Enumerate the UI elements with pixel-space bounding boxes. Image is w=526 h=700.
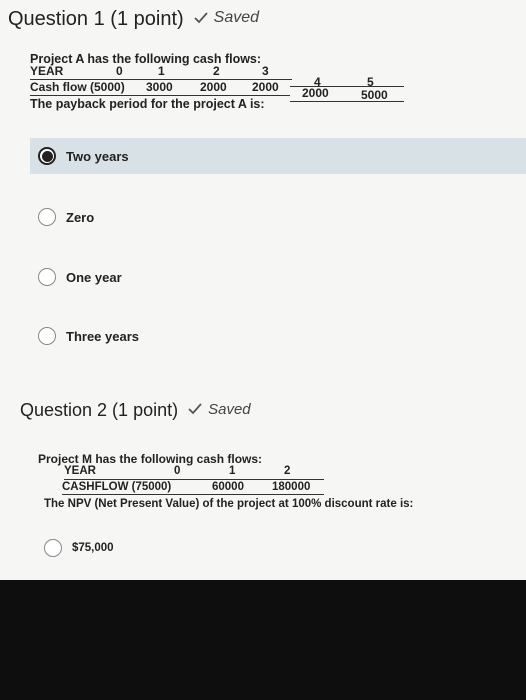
question-2-saved-status: Saved: [188, 401, 251, 418]
checkmark-icon: [188, 403, 202, 415]
option-label: $75,000: [72, 542, 114, 554]
option-three-years[interactable]: Three years: [30, 317, 526, 355]
option-zero[interactable]: Zero: [30, 198, 526, 236]
radio-button[interactable]: [38, 268, 56, 286]
q1-cashflow-row: Cash flow (5000) 3000 2000 2000: [30, 80, 279, 94]
q2-cf-1: 60000: [212, 481, 244, 493]
option-two-years[interactable]: Two years: [30, 138, 526, 174]
question-2-header: Question 2 (1 point) Saved: [20, 400, 251, 421]
radio-selected[interactable]: [38, 147, 56, 165]
underline: [290, 86, 404, 87]
radio-button[interactable]: [38, 327, 56, 345]
option-label: One year: [66, 269, 122, 285]
question-1-title: Question 1 (1 point): [8, 8, 184, 30]
q1-cf-1: 3000: [146, 80, 173, 94]
option-label: Two years: [66, 148, 129, 164]
q2-year-label: YEAR: [64, 465, 96, 477]
saved-label: Saved: [208, 400, 251, 418]
saved-label: Saved: [213, 9, 260, 26]
underline: [62, 494, 324, 495]
option-label: Three years: [66, 328, 139, 344]
quiz-page: Question 1 (1 point) Saved Project A has…: [0, 0, 526, 580]
q1-cf-3: 2000: [252, 80, 279, 94]
q1-year-label: YEAR: [30, 64, 64, 78]
q1-cf-4: 2000: [302, 86, 329, 100]
underline: [64, 479, 324, 480]
q2-year-1: 1: [229, 465, 236, 477]
checkmark-icon: [194, 12, 208, 24]
question-1-header: Question 1 (1 point) Saved: [8, 8, 259, 31]
dark-background: [0, 580, 526, 700]
q2-cf-2: 180000: [272, 481, 311, 493]
q2-cashflow-label: CASHFLOW (75000): [62, 481, 172, 493]
option-75000[interactable]: $75,000: [36, 529, 526, 567]
q1-cashflow-label: Cash flow (5000): [30, 80, 125, 94]
q1-year-3: 3: [262, 64, 269, 78]
underline: [290, 101, 404, 102]
question-1-saved-status: Saved: [194, 9, 259, 27]
q1-cf-2: 2000: [200, 80, 227, 94]
q2-year-2: 2: [284, 465, 291, 477]
option-one-year[interactable]: One year: [30, 258, 526, 296]
q2-year-row: YEAR 0 1 2: [64, 465, 290, 477]
radio-button[interactable]: [38, 208, 56, 226]
radio-button[interactable]: [44, 539, 62, 557]
q2-cashflow-row: CASHFLOW (75000) 60000 180000: [62, 481, 310, 493]
q1-year-row: YEAR 0 1 2 3: [30, 64, 269, 78]
q1-cf-5: 5000: [361, 88, 388, 102]
q1-year-0: 0: [116, 64, 123, 78]
option-label: Zero: [66, 209, 95, 225]
q1-year-2: 2: [213, 64, 220, 78]
q2-year-0: 0: [174, 465, 181, 477]
underline: [30, 95, 290, 96]
q1-year-1: 1: [158, 64, 165, 78]
question-2-title: Question 2 (1 point): [20, 400, 179, 420]
question-1-text: The payback period for the project A is:: [30, 97, 265, 111]
question-2-text: The NPV (Net Present Value) of the proje…: [44, 498, 414, 510]
